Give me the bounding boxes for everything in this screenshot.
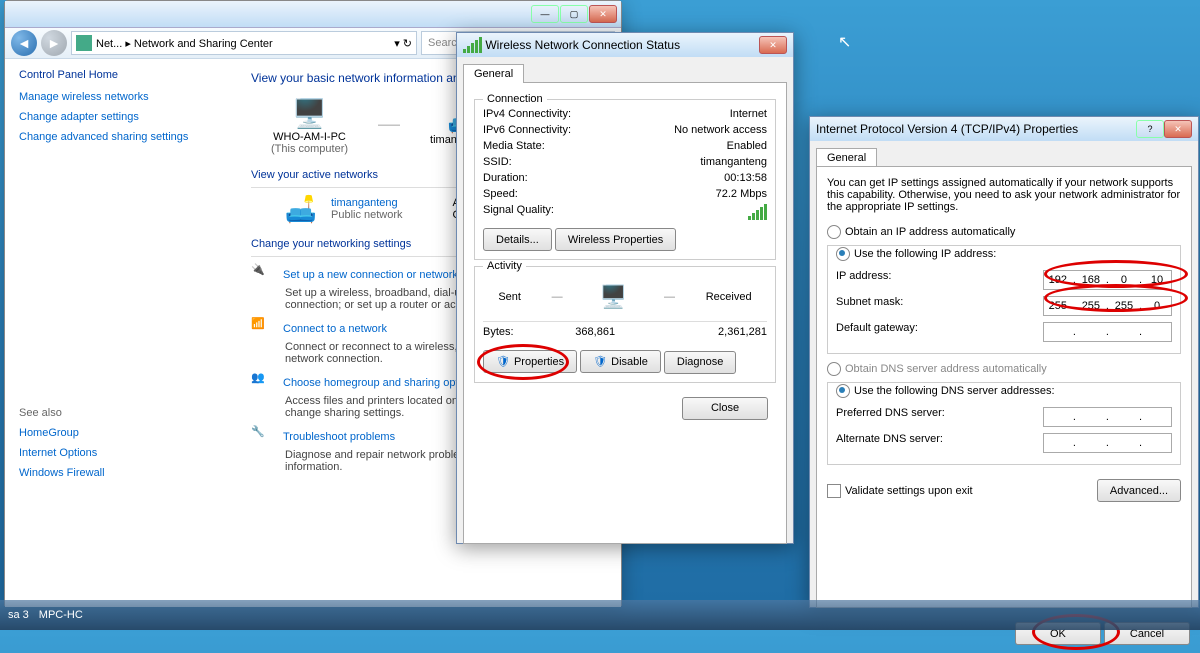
properties-button[interactable]: 🛡Properties — [483, 350, 577, 373]
bench-icon: 🛋️ — [281, 194, 321, 224]
subnet-mask-input[interactable]: ... — [1043, 296, 1172, 316]
sidebar-link-adapter-settings[interactable]: Change adapter settings — [19, 107, 219, 127]
network-type: Public network — [331, 209, 403, 221]
details-button[interactable]: Details... — [483, 228, 552, 251]
sidebar-link-advanced-sharing[interactable]: Change advanced sharing settings — [19, 127, 219, 147]
sidebar: Control Panel Home Manage wireless netwo… — [5, 59, 233, 607]
speed-value: 72.2 Mbps — [716, 188, 767, 200]
alternate-dns-input[interactable]: ... — [1043, 433, 1172, 453]
troubleshoot-link[interactable]: Troubleshoot problems — [283, 431, 395, 443]
forward-button[interactable]: ► — [41, 30, 67, 56]
wireless-properties-button[interactable]: Wireless Properties — [555, 228, 676, 251]
received-label: Received — [706, 291, 752, 303]
radio-auto-ip[interactable] — [827, 225, 841, 239]
pc-name: WHO-AM-I-PC — [271, 131, 348, 143]
ip-address-input[interactable]: ... — [1043, 270, 1172, 290]
setup-connection-icon: 🔌 — [251, 263, 279, 287]
seealso-firewall[interactable]: Windows Firewall — [19, 463, 219, 483]
taskbar-item[interactable]: sa 3 — [8, 609, 29, 621]
activity-group: Activity — [483, 260, 526, 272]
homegroup-link[interactable]: Choose homegroup and sharing options — [283, 377, 479, 389]
cursor-icon: ↖ — [838, 32, 851, 52]
dialog-titlebar[interactable]: Wireless Network Connection Status ✕ — [457, 33, 793, 57]
control-panel-home-link[interactable]: Control Panel Home — [19, 69, 219, 81]
minimize-button[interactable]: — — [531, 5, 559, 23]
validate-checkbox[interactable] — [827, 484, 841, 498]
connect-network-link[interactable]: Connect to a network — [283, 323, 387, 335]
this-computer-label: (This computer) — [271, 143, 348, 155]
close-button[interactable]: ✕ — [759, 36, 787, 54]
back-button[interactable]: ◄ — [11, 30, 37, 56]
tab-general[interactable]: General — [463, 64, 524, 83]
bytes-received: 2,361,281 — [718, 326, 767, 338]
radio-manual-ip[interactable] — [836, 247, 850, 261]
active-network-link[interactable]: timanganteng — [331, 197, 398, 209]
seealso-homegroup[interactable]: HomeGroup — [19, 423, 219, 443]
preferred-dns-input[interactable]: ... — [1043, 407, 1172, 427]
signal-quality-icon — [748, 204, 767, 220]
signal-icon — [463, 37, 482, 53]
activity-icon: 🖥️ — [593, 279, 633, 315]
ssid-value: timanganteng — [700, 156, 767, 168]
maximize-button[interactable]: ▢ — [560, 5, 588, 23]
bytes-sent: 368,861 — [535, 326, 615, 338]
duration-value: 00:13:58 — [724, 172, 767, 184]
sent-label: Sent — [498, 291, 521, 303]
network-icon — [76, 35, 92, 51]
connection-group: Connection — [483, 93, 547, 105]
troubleshoot-icon: 🔧 — [251, 425, 279, 449]
homegroup-icon: 👥 — [251, 371, 279, 395]
see-also-header: See also — [19, 407, 219, 419]
ipv4-value: Internet — [730, 108, 767, 120]
titlebar[interactable]: — ▢ ✕ — [5, 1, 621, 28]
diagnose-button[interactable]: Diagnose — [664, 351, 736, 374]
setup-connection-link[interactable]: Set up a new connection or network — [283, 269, 458, 281]
radio-manual-dns[interactable] — [836, 384, 850, 398]
ipv4-properties-dialog: Internet Protocol Version 4 (TCP/IPv4) P… — [809, 116, 1199, 608]
computer-icon: 🖥️ — [290, 95, 330, 131]
wireless-status-dialog: Wireless Network Connection Status ✕ Gen… — [456, 32, 794, 544]
radio-auto-dns — [827, 362, 841, 376]
taskbar[interactable]: sa 3 MPC-HC — [0, 600, 1200, 630]
close-button[interactable]: Close — [682, 397, 768, 420]
seealso-internet-options[interactable]: Internet Options — [19, 443, 219, 463]
media-state-value: Enabled — [727, 140, 767, 152]
help-button[interactable]: ? — [1136, 120, 1164, 138]
taskbar-item[interactable]: MPC-HC — [39, 609, 83, 621]
disable-button[interactable]: 🛡Disable — [580, 350, 661, 373]
sidebar-link-manage-wireless[interactable]: Manage wireless networks — [19, 87, 219, 107]
intro-text: You can get IP settings assigned automat… — [827, 177, 1181, 213]
close-button[interactable]: ✕ — [1164, 120, 1192, 138]
advanced-button[interactable]: Advanced... — [1097, 479, 1181, 502]
dialog-title: Wireless Network Connection Status — [485, 38, 759, 52]
dialog-title: Internet Protocol Version 4 (TCP/IPv4) P… — [816, 122, 1136, 136]
dialog-titlebar[interactable]: Internet Protocol Version 4 (TCP/IPv4) P… — [810, 117, 1198, 141]
connect-network-icon: 📶 — [251, 317, 279, 341]
tab-general[interactable]: General — [816, 148, 877, 167]
close-button[interactable]: ✕ — [589, 5, 617, 23]
breadcrumb[interactable]: Net... ▸ Network and Sharing Center▾ ↻ — [71, 31, 417, 55]
gateway-input[interactable]: ... — [1043, 322, 1172, 342]
ipv6-value: No network access — [674, 124, 767, 136]
